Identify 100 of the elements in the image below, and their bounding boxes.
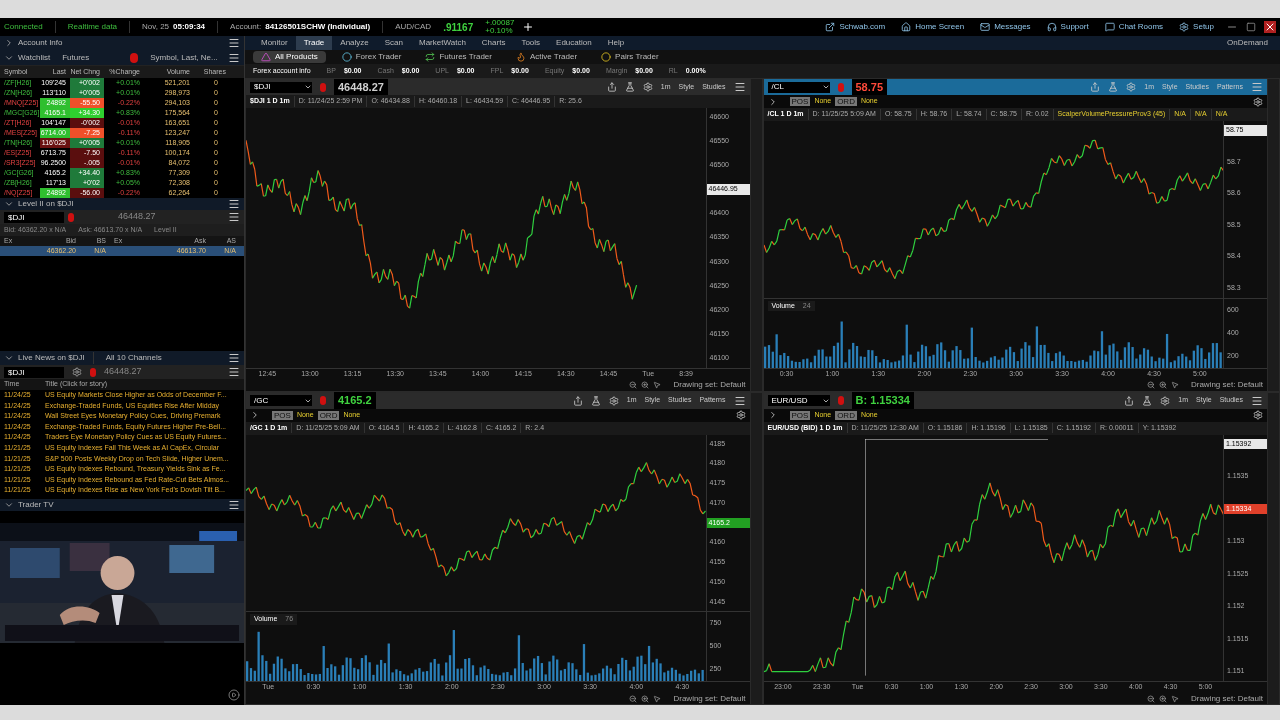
zoom-out-icon[interactable] [1146,381,1155,389]
top-link[interactable]: Messages [972,18,1039,36]
order-badge: ORD [835,97,857,106]
position-badge: POS [272,410,293,420]
top-link[interactable]: Setup [1171,18,1222,36]
menu-icon[interactable] [733,394,746,407]
circle-icon [601,52,612,62]
position-badge: POS [789,97,811,106]
expand-icon[interactable] [4,38,14,48]
pointer-icon[interactable] [653,381,662,389]
flask-icon[interactable] [624,82,635,92]
panel-title: Live News on $DJI [18,352,94,365]
menu-icon[interactable] [1251,394,1263,407]
share-icon[interactable] [606,82,617,92]
product-tab[interactable]: Futures Trader [417,51,500,63]
flask-icon[interactable] [1108,82,1119,92]
share-icon[interactable] [572,395,583,406]
last-price: 4165.2 [334,392,376,409]
pointer-icon[interactable] [1170,694,1179,703]
expand-icon[interactable] [250,410,260,420]
last-price: 46448.27 [104,365,143,379]
product-tab[interactable]: All Products [253,51,326,63]
product-tab[interactable]: Pairs Trader [593,51,667,63]
add-icon[interactable] [522,21,535,33]
product-tab[interactable]: Active Trader [507,51,586,63]
menu-icon[interactable] [228,37,240,49]
settings-icon[interactable] [72,367,82,378]
link-indicator [837,82,844,92]
menu-tab[interactable]: Trade [295,36,333,50]
columns-dropdown[interactable]: Symbol, Last, Ne... [142,51,224,64]
rate-change-percent: +0.10% [485,27,514,35]
menu-tab[interactable]: Charts [473,36,514,50]
menu-icon[interactable] [228,211,240,223]
top-link[interactable]: Support [1038,18,1097,36]
triangle-icon [261,52,271,62]
menu-icon[interactable] [228,352,240,365]
symbol-field[interactable]: /GC [250,395,312,406]
settings-icon[interactable] [1253,410,1263,420]
zoom-in-icon[interactable] [641,694,650,703]
menu-tab[interactable]: Monitor [253,36,296,50]
caret-icon [304,83,312,91]
menu-icon[interactable] [733,81,746,93]
settings-icon[interactable] [608,395,619,406]
link-indicator [90,367,96,377]
menu-tab[interactable]: Tools [513,36,549,50]
product-tab[interactable]: Forex Trader [333,51,410,63]
menu-tab[interactable]: Analyze [332,36,377,50]
close-icon[interactable] [1264,21,1276,33]
settings-icon[interactable] [1253,96,1263,107]
flask-icon[interactable] [590,395,601,406]
pointer-icon[interactable] [1170,381,1179,389]
menu-tab[interactable]: Education [548,36,600,50]
menu-icon[interactable] [228,499,240,511]
headset-icon [1046,22,1057,32]
share-icon[interactable] [1090,82,1101,92]
link-indicator [130,52,139,63]
pointer-icon[interactable] [653,694,662,703]
share-icon[interactable] [1124,395,1135,406]
feed-status: Realtime data [55,21,131,33]
top-link[interactable]: Schwab.com [817,18,894,36]
symbol-field[interactable]: $DJI [4,211,64,223]
settings-icon[interactable] [1160,395,1171,406]
link-indicator [320,82,326,92]
currency-pair: AUD/CAD [394,21,433,33]
menu-icon[interactable] [228,198,240,210]
top-link[interactable]: Home Screen [893,18,973,36]
settings-icon[interactable] [735,410,746,420]
channels-dropdown[interactable]: All 10 Channels [97,352,224,365]
collapse-icon[interactable] [4,199,14,209]
zoom-in-icon[interactable] [1158,381,1167,389]
play-icon[interactable] [228,689,240,701]
zoom-in-icon[interactable] [641,381,650,389]
zoom-out-icon[interactable] [629,694,638,703]
zoom-out-icon[interactable] [629,381,638,389]
drawing-set-label: Drawing set: Default [672,693,746,704]
zoom-in-icon[interactable] [1158,694,1167,703]
home-icon [901,22,912,32]
chat-bubble-icon [1104,22,1115,32]
watchlist-dropdown[interactable]: Futures [54,51,127,64]
symbol-field[interactable]: $DJI [4,366,64,378]
maximize-icon[interactable] [1246,22,1256,32]
date-label: Nov, 25 [141,21,171,33]
symbol-field[interactable]: $DJI [250,81,312,93]
link-indicator [837,396,844,405]
panel-title: Trader TV [18,499,55,511]
menu-icon[interactable] [228,366,240,379]
settings-icon [1179,22,1190,32]
menu-icon[interactable] [228,51,240,64]
on-demand-button[interactable]: OnDemand [1227,37,1280,49]
collapse-icon[interactable] [4,500,14,510]
symbol-field[interactable]: /CL [767,81,830,93]
menu-tab[interactable]: Scan [376,36,411,50]
flask-icon[interactable] [1142,395,1153,406]
menu-tab[interactable]: MarketWatch [411,36,474,50]
settings-icon[interactable] [642,82,653,92]
zoom-out-icon[interactable] [1146,694,1155,703]
connection-status: Connected [4,21,56,33]
symbol-field[interactable]: EUR/USD [767,395,830,406]
menu-tab[interactable]: Help [599,36,633,50]
top-link[interactable]: Chat Rooms [1096,18,1172,36]
